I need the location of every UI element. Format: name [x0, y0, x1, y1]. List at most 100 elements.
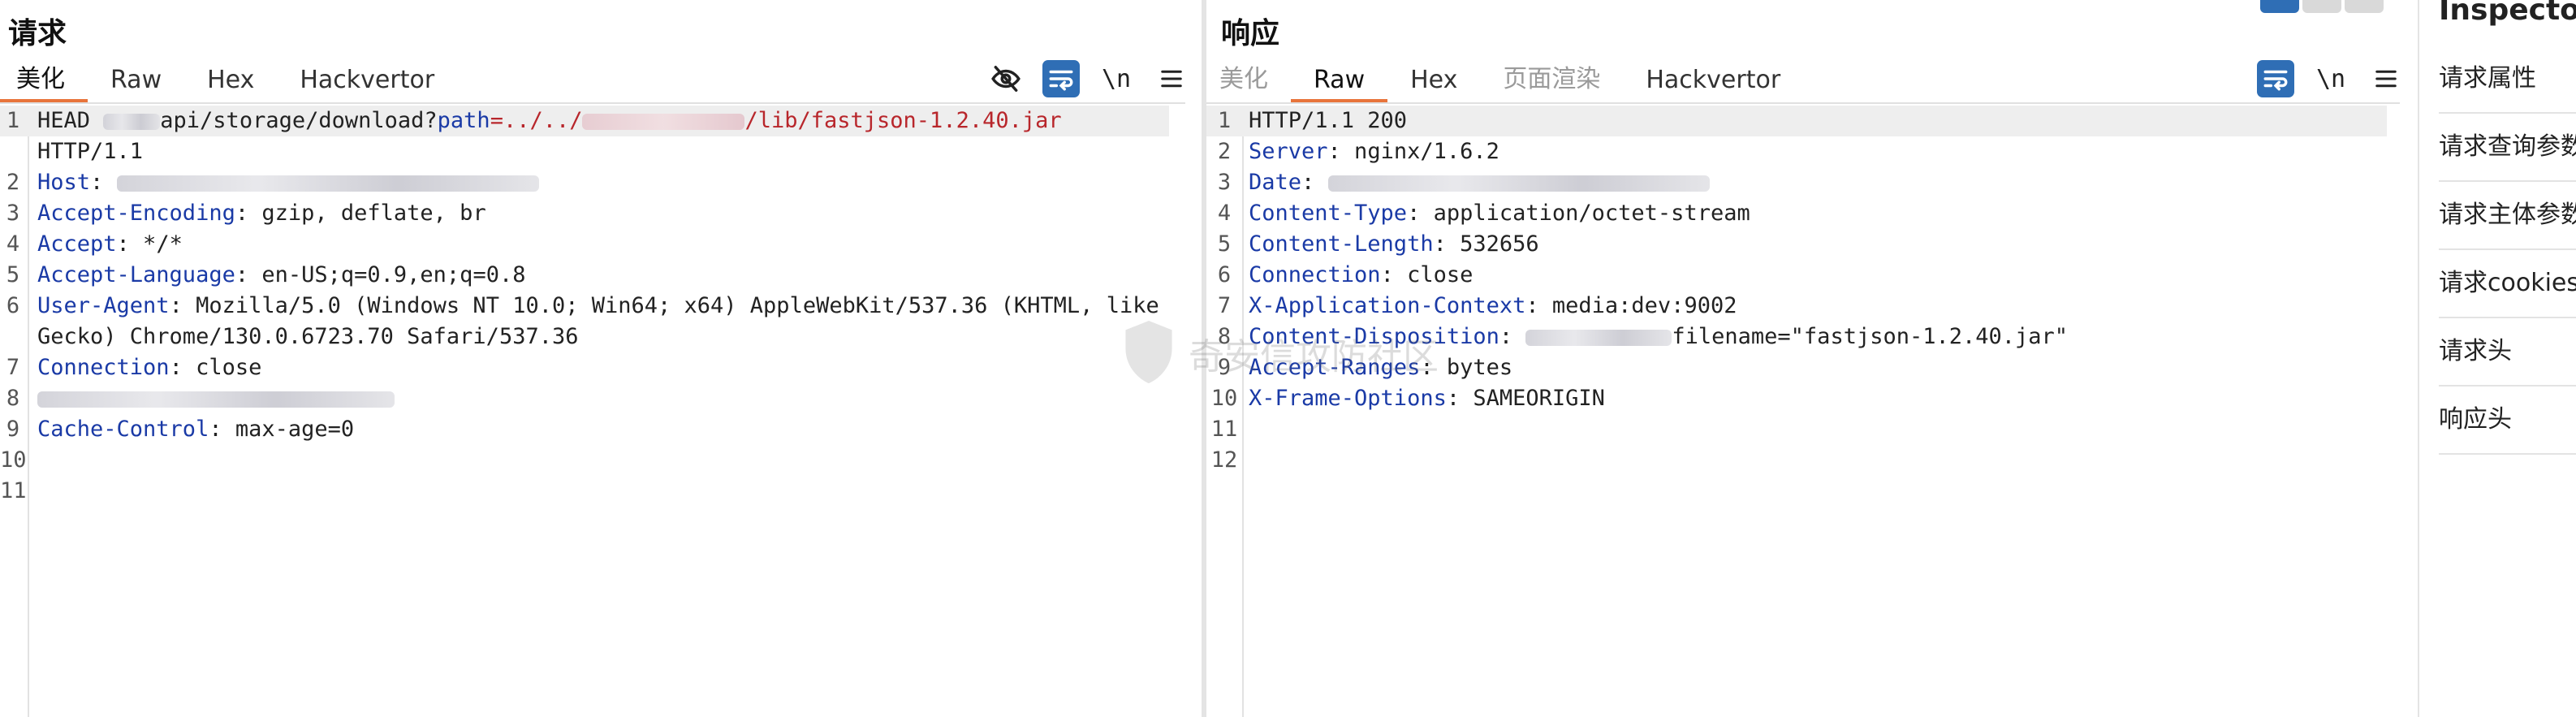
hide-toggle-button[interactable]	[987, 60, 1025, 97]
response-tabs: 美化 Raw Hex 页面渲染 Hackvertor	[1206, 63, 1803, 102]
response-tab-divider	[1206, 102, 2400, 104]
line-number: 4	[1217, 201, 1232, 226]
request-tabs: 美化 Raw Hex Hackvertor	[0, 63, 457, 102]
hamburger-menu-icon	[1161, 70, 1182, 88]
layout-vertical-button[interactable]	[2345, 0, 2384, 13]
inspector-item[interactable]: 响应头	[2439, 387, 2576, 455]
line-content: Date:	[1249, 167, 1710, 198]
response-code-line: 2 Server: nginx/1.6.2	[1206, 136, 2387, 167]
newline-toggle-button[interactable]: \n	[1098, 60, 1135, 97]
response-code-line: 6 Connection: close	[1206, 260, 2387, 291]
inspector-panel: Inspector 请求属性请求查询参数请求主体参数请求cookies请求头响应…	[2260, 0, 2576, 717]
request-code-line: 3 Accept-Encoding: gzip, deflate, br	[0, 198, 1169, 229]
request-editor[interactable]: 1 HEAD api/storage/download?path=../../ /l…	[0, 106, 1202, 717]
request-code-line: 5 Accept-Language: en-US;q=0.9,en;q=0.8	[0, 260, 1169, 291]
request-tab-3[interactable]: Hackvertor	[277, 66, 457, 102]
text-token: : Mozilla/5.0 (Windows NT 10.0; Win64; x…	[169, 293, 1159, 318]
response-tab-3[interactable]: 页面渲染	[1480, 58, 1623, 102]
text-token: HTTP/1.1	[37, 139, 144, 164]
response-code-line: 5 Content-Length: 532656	[1206, 229, 2387, 260]
request-code-line: HTTP/1.1	[0, 136, 1169, 167]
line-content: User-Agent: Mozilla/5.0 (Windows NT 10.0…	[37, 291, 1159, 322]
response-tab-2[interactable]: Hex	[1387, 66, 1480, 102]
response-code-line: 9 Accept-Ranges: bytes	[1206, 352, 2387, 383]
response-toolbar: \n	[2257, 60, 2405, 97]
response-code-line: 7 X-Application-Context: media:dev:9002	[1206, 291, 2387, 322]
line-number: 3	[1217, 170, 1232, 195]
redacted-text	[1525, 329, 1672, 346]
request-code-line: 7 Connection: close	[0, 352, 1169, 383]
redacted-text	[582, 113, 745, 130]
line-content: X-Frame-Options: SAMEORIGIN	[1249, 383, 1605, 414]
line-content	[37, 383, 395, 414]
response-editor[interactable]: 1 HTTP/1.1 200 2 Server: nginx/1.6.2 3 Date : …	[1206, 106, 2418, 717]
inspector-item[interactable]: 请求属性	[2439, 45, 2576, 114]
line-number: 1	[1217, 108, 1232, 133]
request-code-line: 1 HEAD api/storage/download?path=../../ /l…	[0, 106, 1169, 136]
line-content: Content-Length: 532656	[1249, 229, 1539, 260]
line-number: 10	[1210, 386, 1238, 411]
line-number: 7	[1217, 293, 1232, 318]
line-number: 2	[6, 170, 20, 195]
word-wrap-icon	[1049, 70, 1073, 91]
line-content: Host:	[37, 167, 539, 198]
text-token: api/storage/download?	[160, 108, 438, 133]
inspector-item[interactable]: 请求主体参数	[2439, 182, 2576, 250]
response-tab-1[interactable]: Raw	[1291, 66, 1388, 102]
request-code-line: 6 User-Agent: Mozilla/5.0 (Windows NT 10.…	[0, 291, 1169, 322]
line-number: 5	[1217, 231, 1232, 257]
redacted-text	[1327, 175, 1710, 192]
line-number: 11	[0, 478, 27, 503]
request-tab-2[interactable]: Hex	[184, 66, 277, 102]
text-token: : close	[1380, 262, 1474, 287]
header-name: User-Agent	[37, 293, 170, 318]
layout-horizontal-button[interactable]	[2302, 0, 2341, 13]
request-tab-0[interactable]: 美化	[0, 58, 88, 102]
inspector-item[interactable]: 请求查询参数	[2439, 114, 2576, 182]
inspector-item[interactable]: 请求头	[2439, 318, 2576, 387]
response-word-wrap-toggle-button[interactable]	[2257, 60, 2294, 97]
line-content: Content-Disposition: filename="fastjson-…	[1249, 322, 2068, 352]
text-token: HEAD	[37, 108, 104, 133]
request-menu-button[interactable]	[1153, 60, 1190, 97]
redacted-text	[37, 391, 395, 408]
text-token: :	[90, 170, 117, 195]
request-toolbar: \n	[987, 60, 1190, 97]
header-name: Accept-Ranges	[1249, 355, 1421, 380]
line-number: 11	[1210, 417, 1238, 442]
response-code-line: 11	[1206, 414, 2387, 445]
layout-split-button[interactable]	[2260, 0, 2299, 13]
request-code-line: 2 Host:	[0, 167, 1169, 198]
line-number: 6	[1217, 262, 1232, 287]
line-content: Content-Type: application/octet-stream	[1249, 198, 1750, 229]
response-newline-toggle-button[interactable]: \n	[2312, 60, 2349, 97]
header-name: path	[437, 108, 490, 133]
request-title: 请求	[8, 17, 67, 50]
line-number: 8	[6, 386, 20, 411]
text-token: filename="fastjson-1.2.40.jar"	[1672, 324, 2069, 349]
word-wrap-toggle-button[interactable]	[1042, 60, 1080, 97]
line-content: Connection: close	[1249, 260, 1473, 291]
newline-icon: \n	[1101, 64, 1132, 93]
request-tab-divider	[0, 102, 1185, 104]
response-menu-button[interactable]	[2367, 60, 2405, 97]
header-name: Date	[1249, 170, 1302, 195]
text-token: : application/octet-stream	[1407, 201, 1750, 226]
inspector-item[interactable]: 请求cookies	[2439, 250, 2576, 318]
text-token: HTTP/1.1 200	[1249, 108, 1408, 133]
header-name: Connection	[1249, 262, 1381, 287]
response-title: 响应	[1221, 17, 1280, 50]
response-tab-4[interactable]: Hackvertor	[1623, 66, 1803, 102]
line-content: HTTP/1.1	[37, 136, 143, 167]
header-name: Content-Disposition	[1249, 324, 1499, 349]
param-value: =../../	[490, 108, 583, 133]
response-tab-0[interactable]: 美化	[1206, 58, 1291, 102]
line-content: Cache-Control: max-age=0	[37, 414, 354, 445]
header-name: X-Frame-Options	[1249, 386, 1447, 411]
header-name: Host	[37, 170, 91, 195]
text-token: : close	[169, 355, 262, 380]
line-number: 10	[0, 447, 27, 473]
line-number: 9	[1217, 355, 1232, 380]
request-tab-1[interactable]: Raw	[88, 66, 184, 102]
layout-buttons	[2260, 0, 2384, 13]
